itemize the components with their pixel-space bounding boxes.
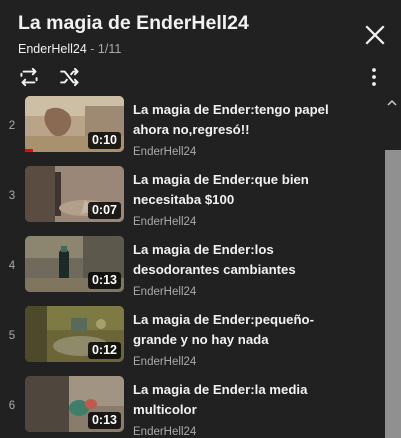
- video-title[interactable]: La magia de Ender:pequeño- grande y no h…: [133, 310, 363, 350]
- video-duration: 0:12: [87, 342, 121, 359]
- video-title-line: grande y no hay nada: [133, 332, 269, 347]
- playlist-item[interactable]: 4 0:13 La magia de Ender:los desodorante…: [0, 236, 385, 306]
- playlist-item[interactable]: 5 0:12 La magia de Ender:pequeño- grande…: [0, 306, 385, 376]
- playlist-subtitle: EnderHell24 - 1/11: [18, 42, 121, 56]
- more-vert-icon[interactable]: [364, 66, 384, 88]
- playlist-item[interactable]: 6 0:13 La magia de Ender:la media multic…: [0, 376, 385, 438]
- video-title-line: desodorantes cambiantes: [133, 262, 296, 277]
- video-channel: EnderHell24: [133, 286, 197, 298]
- playlist-title[interactable]: La magia de EnderHell24: [18, 12, 249, 35]
- video-thumbnail[interactable]: 0:12: [25, 306, 124, 362]
- playlist-item[interactable]: 3 0:07 La magia de Ender:que bien necesi…: [0, 166, 385, 236]
- video-title-line: La magia de Ender:la media: [133, 382, 308, 397]
- video-title-line: ahora no,regresó!!: [133, 122, 250, 137]
- video-title-line: La magia de Ender:tengo papel: [133, 102, 329, 117]
- video-channel: EnderHell24: [133, 216, 197, 228]
- item-index: 6: [8, 400, 16, 412]
- video-title[interactable]: La magia de Ender:que bien necesitaba $1…: [133, 170, 363, 210]
- item-index: 2: [8, 120, 16, 132]
- video-duration: 0:10: [87, 132, 121, 149]
- scroll-up-arrow-icon[interactable]: [386, 98, 398, 108]
- loop-icon[interactable]: [16, 64, 42, 90]
- shuffle-icon[interactable]: [56, 64, 82, 90]
- video-title-line: La magia de Ender:pequeño-: [133, 312, 314, 327]
- video-title-line: La magia de Ender:los: [133, 242, 274, 257]
- close-icon[interactable]: [360, 20, 390, 50]
- playlist-panel: La magia de EnderHell24 EnderHell24 - 1/…: [0, 0, 401, 438]
- video-channel: EnderHell24: [133, 356, 197, 368]
- video-title-line: necesitaba $100: [133, 192, 235, 207]
- item-index: 5: [8, 330, 16, 342]
- video-duration: 0:13: [87, 412, 121, 429]
- playlist-item[interactable]: 2 0:10 La magia de Ender:tengo papel aho…: [0, 96, 385, 166]
- video-duration: 0:07: [87, 202, 121, 219]
- playlist-channel-link[interactable]: EnderHell24: [18, 42, 87, 56]
- video-thumbnail[interactable]: 0:13: [25, 236, 124, 292]
- watch-progress-bar: [25, 149, 33, 152]
- video-thumbnail[interactable]: 0:13: [25, 376, 124, 432]
- video-channel: EnderHell24: [133, 146, 197, 158]
- scrollbar-thumb[interactable]: [385, 150, 401, 438]
- video-title[interactable]: La magia de Ender:la media multicolor: [133, 380, 363, 420]
- video-thumbnail[interactable]: 0:10: [25, 96, 124, 152]
- item-index: 4: [8, 260, 16, 272]
- video-title[interactable]: La magia de Ender:tengo papel ahora no,r…: [133, 100, 363, 140]
- video-thumbnail[interactable]: 0:07: [25, 166, 124, 222]
- playlist-position: 1/11: [97, 42, 122, 56]
- video-channel: EnderHell24: [133, 426, 197, 438]
- subtitle-separator: -: [86, 42, 98, 56]
- video-title[interactable]: La magia de Ender:los desodorantes cambi…: [133, 240, 363, 280]
- video-title-line: multicolor: [133, 402, 197, 417]
- playlist-items: 2 0:10 La magia de Ender:tengo papel aho…: [0, 92, 401, 438]
- video-duration: 0:13: [87, 272, 121, 289]
- video-title-line: La magia de Ender:que bien: [133, 172, 309, 187]
- item-index: 3: [8, 190, 16, 202]
